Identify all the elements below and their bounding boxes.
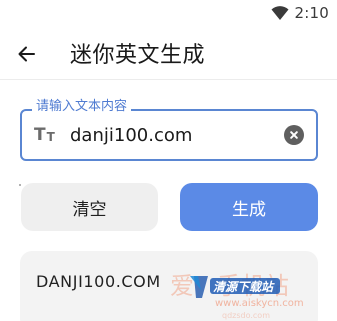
text-input-label: 请输入文本内容	[32, 98, 132, 116]
status-time: 2:10	[294, 4, 329, 22]
text-input[interactable]	[70, 122, 270, 148]
wifi-icon	[271, 6, 289, 20]
clear-circle-icon[interactable]	[284, 125, 304, 145]
back-button[interactable]	[12, 40, 42, 68]
decorative-dot	[19, 184, 21, 186]
text-type-icon: TT	[34, 125, 55, 145]
result-card: DANJI100.COM	[20, 251, 318, 321]
page-title: 迷你英文生成	[70, 43, 206, 68]
generate-button[interactable]: 生成	[180, 183, 318, 231]
status-icons: 2:10	[271, 4, 329, 22]
clear-button[interactable]: 清空	[21, 183, 158, 231]
app-bar: 迷你英文生成	[0, 28, 337, 80]
result-text: DANJI100.COM	[36, 272, 161, 291]
status-bar: 2:10	[0, 0, 337, 28]
arrow-left-icon	[18, 46, 35, 62]
